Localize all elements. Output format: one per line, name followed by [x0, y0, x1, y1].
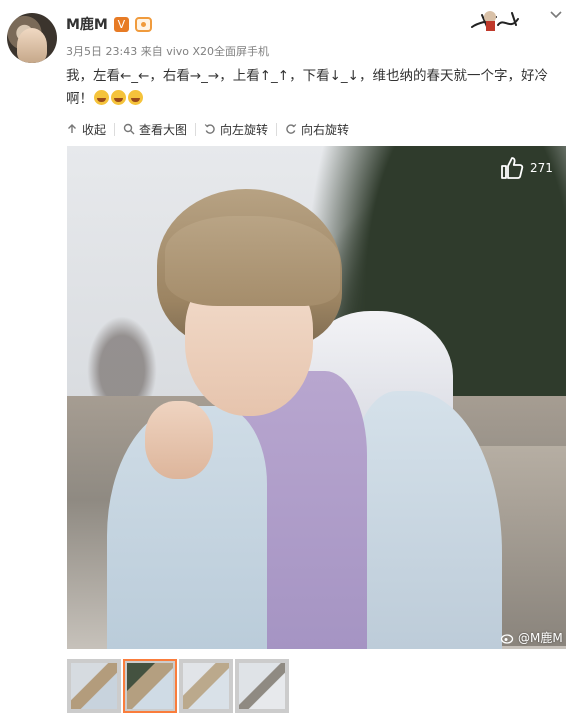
like-count: 271 — [530, 161, 553, 175]
avatar-person — [17, 28, 47, 63]
view-large-button[interactable]: 查看大图 — [115, 122, 197, 137]
rotate-right-button[interactable]: 向右旋转 — [277, 122, 357, 137]
rotate-left-button[interactable]: 向左旋转 — [196, 122, 278, 137]
arrow-up-icon — [68, 124, 76, 133]
view-large-label: 查看大图 — [139, 122, 188, 137]
post-photo[interactable]: 271 @M鹿M — [67, 146, 566, 649]
thumbs-up-icon — [501, 157, 524, 179]
thumbnail-4[interactable] — [235, 659, 289, 713]
watermark-text: @M鹿M — [518, 631, 563, 645]
thumbnail-3[interactable] — [179, 659, 233, 713]
laughing-emoji-icon — [128, 90, 143, 105]
rotate-right-icon — [286, 124, 297, 134]
post-meta: 3月5日 23:43 来自 vivo X20全面屏手机 — [66, 43, 269, 59]
media-toolbar: 收起 查看大图 向左旋转 向右旋转 — [66, 118, 357, 140]
collapse-button[interactable]: 收起 — [66, 122, 116, 137]
verified-badge[interactable]: V — [113, 16, 129, 32]
photo-bangs — [165, 216, 340, 306]
signature-logo — [471, 11, 519, 31]
thumbnail-strip — [67, 659, 289, 713]
weibo-watermark: @M鹿M — [501, 629, 563, 646]
photo-hand — [145, 401, 213, 479]
laughing-emoji-icon — [94, 90, 109, 105]
laughing-emoji-icon — [111, 90, 126, 105]
member-icon[interactable] — [134, 16, 152, 32]
post-source[interactable]: 来自 vivo X20全面屏手机 — [141, 45, 269, 58]
rotate-left-icon — [204, 124, 215, 134]
avatar[interactable] — [7, 13, 57, 63]
weibo-post: M鹿M V 3月5日 23:43 来自 vivo X20全面屏手机 我，左看←_… — [0, 0, 576, 725]
thumbnail-1[interactable] — [67, 659, 121, 713]
photo-bare-tree — [87, 316, 157, 406]
weibo-logo-icon — [501, 633, 514, 644]
search-icon — [123, 123, 135, 135]
collapse-label: 收起 — [82, 122, 107, 137]
rotate-right-label: 向右旋转 — [301, 122, 350, 137]
post-timestamp[interactable]: 3月5日 23:43 — [66, 45, 137, 58]
rotate-left-label: 向左旋转 — [220, 122, 269, 137]
username[interactable]: M鹿M — [66, 14, 108, 34]
photo-like-button[interactable]: 271 — [499, 155, 553, 181]
post-content: 我，左看←_←，右看→_→，上看↑_↑，下看↓_↓，维也纳的春天就一个字，好冷啊… — [66, 65, 566, 111]
name-row: M鹿M V — [66, 14, 152, 34]
thumbnail-2[interactable] — [123, 659, 177, 713]
chevron-down-icon[interactable] — [549, 10, 563, 20]
